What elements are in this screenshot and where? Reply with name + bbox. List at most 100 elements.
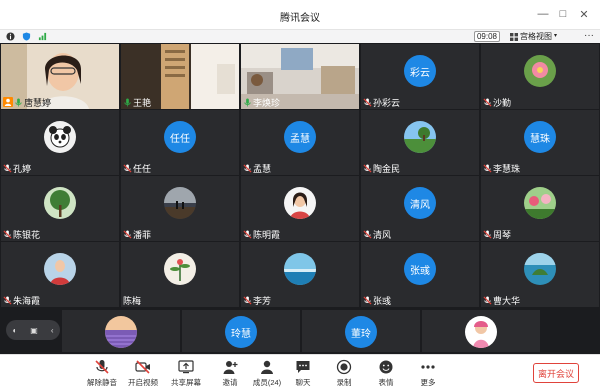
participant-name: 陈银花 (13, 229, 41, 240)
strip-tile[interactable] (422, 310, 540, 352)
mic-muted-icon (123, 163, 132, 173)
strip-tile[interactable] (62, 310, 180, 352)
mic-muted-icon (243, 295, 252, 305)
avatar (44, 253, 76, 285)
avatar: 董玲 (345, 316, 377, 348)
participant-tile[interactable]: 孟慧 孟慧 (241, 110, 359, 175)
participant-tile[interactable]: 沙勤 (481, 44, 599, 109)
signal-icon[interactable] (38, 32, 47, 41)
mic-muted-icon (363, 229, 372, 239)
screen-icon[interactable]: ▣ (30, 326, 38, 335)
unmute-label: 解除静音 (87, 378, 117, 387)
participant-tile[interactable]: 陈梅 (121, 242, 239, 307)
avatar: 彩云 (404, 55, 436, 87)
close-icon[interactable]: ✕ (577, 7, 591, 21)
shield-icon[interactable] (22, 32, 31, 41)
avatar (164, 253, 196, 285)
record-button[interactable]: 录制 (322, 359, 366, 389)
participant-tile[interactable]: 周琴 (481, 176, 599, 241)
participant-tile[interactable]: 李焕珍 (241, 44, 359, 109)
participant-tile[interactable]: 李芳 (241, 242, 359, 307)
grid-view-icon (510, 32, 518, 41)
participant-tile[interactable]: 朱海霞 (1, 242, 119, 307)
share-screen-button[interactable]: 共享屏幕 (164, 359, 208, 389)
participant-label: 清风 (363, 228, 391, 240)
participant-tile[interactable]: 唐慧婷 (1, 44, 119, 109)
emoji-button[interactable]: 表情 (364, 359, 408, 389)
strip-tile[interactable]: 董玲 (302, 310, 420, 352)
unmute-button[interactable]: 解除静音 (80, 359, 124, 389)
info-icon[interactable] (6, 32, 15, 41)
participant-label: 孔婷 (3, 162, 31, 174)
mic-muted-icon (3, 229, 12, 239)
chat-button[interactable]: 聊天 (281, 359, 325, 389)
view-mode-button[interactable]: 宫格视图 ▾ (510, 31, 557, 42)
chat-label: 聊天 (295, 378, 311, 387)
participant-name: 周琴 (493, 229, 512, 240)
members-icon (261, 360, 273, 374)
participant-label: 潘菲 (123, 228, 151, 240)
minimize-icon[interactable]: — (536, 7, 550, 21)
participant-label: 王艳 (123, 96, 151, 108)
invite-label: 邀请 (222, 378, 238, 387)
mic-muted-icon (3, 163, 12, 173)
mic-on-icon (15, 97, 22, 106)
avatar (524, 55, 556, 87)
layout-icon[interactable]: ◐ (12, 326, 17, 335)
status-bar: 09:08 宫格视图 ▾ ··· (0, 30, 600, 43)
participant-tile[interactable]: 陈银花 (1, 176, 119, 241)
participant-tile[interactable]: 潘菲 (121, 176, 239, 241)
participant-tile[interactable]: 孔婷 (1, 110, 119, 175)
participant-tile[interactable]: 陈明霞 (241, 176, 359, 241)
participant-tile[interactable]: 清风 清风 (361, 176, 479, 241)
participant-name: 王艳 (133, 97, 152, 108)
more-button[interactable]: 更多 (406, 359, 450, 389)
avatar: 清风 (404, 187, 436, 219)
participant-label: 曹大华 (483, 294, 520, 306)
view-mode-label: 宫格视图 (520, 32, 552, 41)
mic-muted-icon (243, 163, 252, 173)
participant-name: 曹大华 (493, 295, 521, 306)
mic-muted-icon (483, 163, 492, 173)
meeting-window: 腾讯会议 — □ ✕ 09:08 宫格视图 ▾ ··· 唐慧婷 王艳 李焕珍 彩… (0, 0, 600, 389)
avatar: 张彧 (404, 253, 436, 285)
leave-meeting-button[interactable]: 离开会议 (533, 363, 579, 383)
record-label: 录制 (336, 378, 352, 387)
participant-name: 任任 (133, 163, 152, 174)
maximize-icon[interactable]: □ (556, 7, 570, 21)
participant-tile[interactable]: 彩云 孙彩云 (361, 44, 479, 109)
participant-label: 周琴 (483, 228, 511, 240)
participant-name: 孔婷 (13, 163, 32, 174)
host-icon (3, 97, 13, 107)
mic-muted-icon (363, 295, 372, 305)
participant-tile[interactable]: 曹大华 (481, 242, 599, 307)
avatar (44, 187, 76, 219)
strip-tile[interactable]: 玲慧 (182, 310, 300, 352)
mic-muted-icon (95, 360, 109, 374)
participant-tile[interactable]: 慧珠 李慧珠 (481, 110, 599, 175)
participant-tile[interactable]: 陶金民 (361, 110, 479, 175)
mic-muted-icon (363, 97, 372, 107)
mic-on-icon (244, 97, 251, 106)
mic-muted-icon (483, 97, 492, 107)
start-video-label: 开启视频 (128, 378, 158, 387)
participant-label: 李芳 (243, 294, 271, 306)
start-video-button[interactable]: 开启视频 (121, 359, 165, 389)
participant-label: 陈银花 (3, 228, 40, 240)
window-title: 腾讯会议 (280, 13, 320, 24)
participant-tile[interactable]: 王艳 (121, 44, 239, 109)
avatar (284, 187, 316, 219)
collapse-strip-icon[interactable]: ‹ (51, 326, 54, 335)
participant-strip: ◐ ▣ ‹ 玲慧 董玲 (0, 308, 600, 354)
participant-label: 唐慧婷 (3, 96, 51, 108)
participant-tile[interactable]: 张彧 张彧 (361, 242, 479, 307)
participant-tile[interactable]: 任任 任任 (121, 110, 239, 175)
participant-name: 李慧珠 (493, 163, 521, 174)
participant-name: 孙彩云 (373, 97, 401, 108)
participant-name: 张彧 (373, 295, 392, 306)
participant-label: 朱海霞 (3, 294, 40, 306)
strip-controls[interactable]: ◐ ▣ ‹ (6, 320, 60, 340)
avatar: 任任 (164, 121, 196, 153)
status-more-icon[interactable]: ··· (584, 30, 594, 41)
emoji-icon (379, 360, 393, 374)
